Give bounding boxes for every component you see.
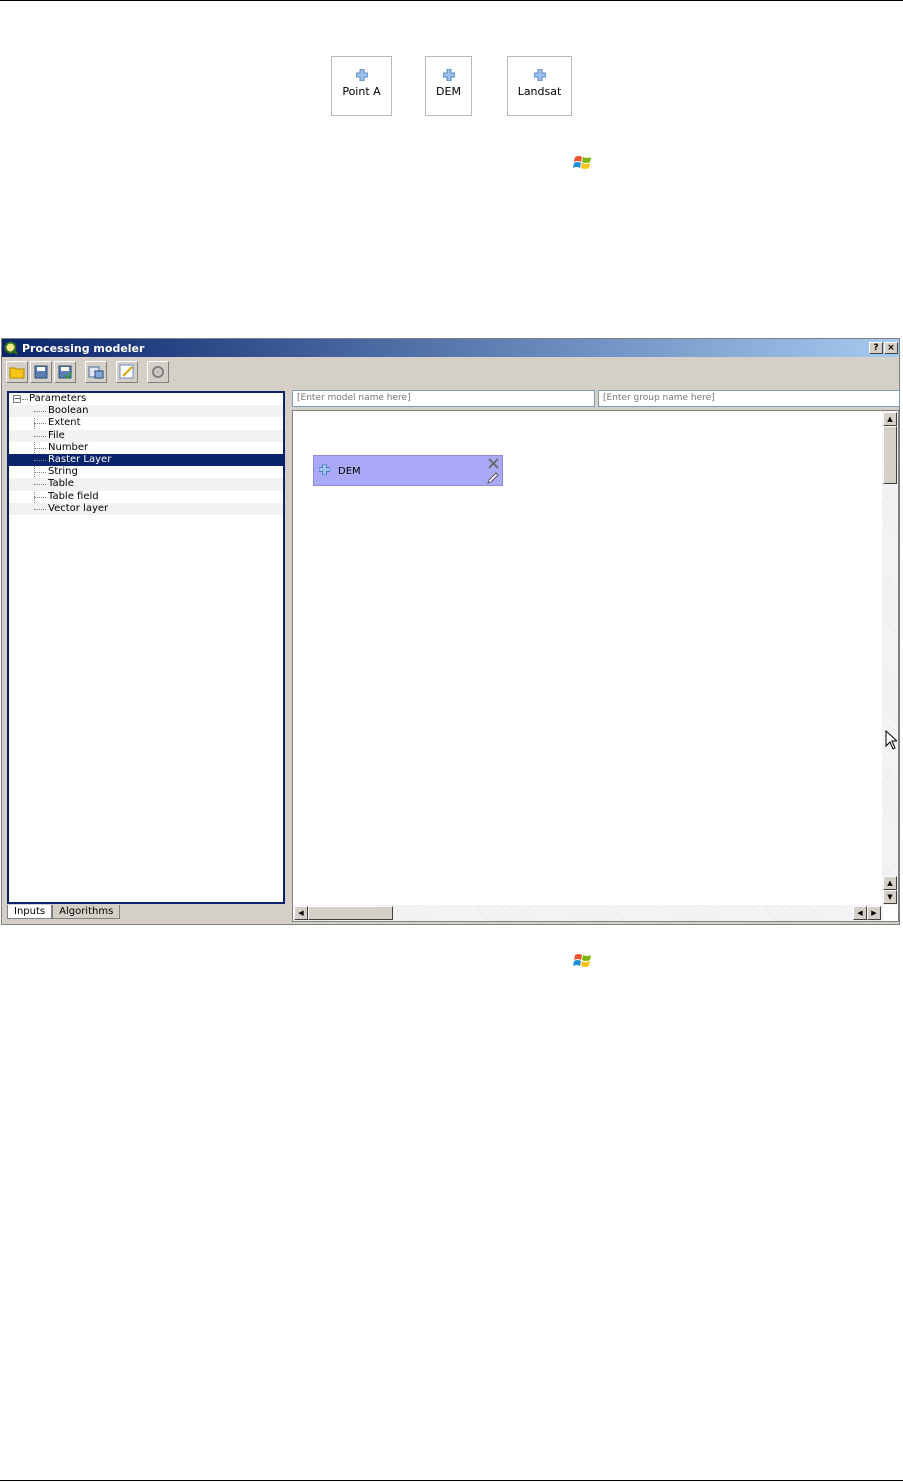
model-name-input[interactable]: [Enter model name here] — [292, 390, 595, 407]
plus-icon — [533, 69, 546, 81]
window-title: Processing modeler — [22, 341, 145, 355]
tree-item-boolean[interactable]: Boolean — [9, 405, 283, 418]
tab-inputs[interactable]: Inputs — [7, 905, 53, 919]
node-label: DEM — [338, 466, 361, 477]
tree-item-number[interactable]: Number — [9, 442, 283, 454]
export-image-icon — [88, 366, 104, 379]
horizontal-scrollbar[interactable]: ◀ ◀ ▶ — [293, 905, 883, 921]
processing-modeler-window: Processing modeler ? × − Parameters Bool… — [1, 338, 900, 925]
export-image-button[interactable] — [85, 361, 107, 383]
tree-item-table-field[interactable]: Table field — [9, 491, 283, 503]
tree-item-label: String — [48, 466, 78, 478]
tree-item-label: Raster Layer — [48, 453, 112, 465]
scroll-left-button[interactable]: ◀ — [294, 906, 308, 920]
tree-item-file[interactable]: File — [9, 429, 283, 442]
vertical-scrollbar[interactable]: ▲ ▲ ▼ — [882, 411, 898, 905]
collapse-icon[interactable]: − — [13, 395, 21, 403]
tree-item-extent[interactable]: Extent — [9, 417, 283, 429]
scroll-up-button[interactable]: ▲ — [883, 876, 897, 890]
open-model-button[interactable] — [6, 361, 28, 383]
windows-logo-icon — [573, 954, 591, 967]
edit-node-icon[interactable] — [487, 472, 499, 484]
tree-root-parameters[interactable]: − Parameters — [9, 393, 283, 515]
save-as-icon — [58, 365, 72, 379]
tree-item-label: Boolean — [48, 405, 89, 417]
tab-algorithms[interactable]: Algorithms — [52, 905, 121, 919]
tree-item-raster-layer[interactable]: Raster Layer — [9, 453, 283, 467]
tree-root-label: Parameters — [29, 393, 87, 404]
param-box-landsat[interactable]: Landsat — [507, 56, 572, 116]
param-box-label: DEM — [436, 85, 461, 98]
save-as-button[interactable] — [54, 361, 76, 383]
open-folder-icon — [9, 367, 25, 379]
inputs-tree-panel: − Parameters Boolean Extent File Number … — [7, 391, 285, 904]
toolbar — [6, 361, 169, 385]
parameters-tree: − Parameters Boolean Extent File Number … — [9, 393, 283, 515]
help-button[interactable]: ? — [869, 342, 883, 354]
edit-help-icon — [119, 364, 134, 379]
tree-item-label: Vector layer — [48, 502, 109, 514]
run-model-button[interactable] — [147, 361, 169, 383]
scroll-up-top-button[interactable]: ▲ — [883, 412, 897, 426]
plus-icon — [355, 69, 368, 81]
plus-icon — [442, 69, 455, 81]
title-bar: Processing modeler — [2, 339, 899, 357]
group-name-input[interactable]: [Enter group name here] — [598, 390, 900, 407]
tree-item-label: Number — [48, 441, 89, 453]
tree-item-label: Extent — [48, 417, 81, 429]
tree-item-label: Table — [48, 478, 74, 490]
panel-tabs: Inputs Algorithms — [7, 905, 121, 919]
tree-item-label: File — [48, 429, 65, 441]
save-model-button[interactable] — [30, 361, 52, 383]
scroll-down-button[interactable]: ▼ — [883, 890, 897, 904]
page-bottom-rule — [0, 1480, 903, 1481]
tree-item-label: Table field — [48, 490, 99, 502]
tree-item-string[interactable]: String — [9, 466, 283, 478]
model-canvas[interactable]: DEM ▲ ▲ ▼ ◀ ◀ ▶ — [292, 410, 899, 922]
vertical-scroll-thumb[interactable] — [883, 426, 897, 484]
close-button[interactable]: × — [884, 342, 898, 354]
mouse-cursor-icon — [885, 730, 897, 750]
windows-logo-icon — [573, 156, 591, 169]
param-box-dem[interactable]: DEM — [425, 56, 472, 116]
qgis-icon — [4, 341, 18, 355]
scroll-left-end-button[interactable]: ◀ — [853, 906, 867, 920]
save-icon — [34, 365, 48, 379]
model-node-dem[interactable]: DEM — [313, 455, 503, 486]
run-model-icon — [152, 366, 164, 378]
param-box-point-a[interactable]: Point A — [331, 56, 392, 116]
remove-node-icon[interactable] — [488, 458, 499, 469]
scroll-right-button[interactable]: ▶ — [867, 906, 881, 920]
plus-icon — [319, 464, 330, 475]
edit-help-button[interactable] — [116, 361, 138, 383]
tree-item-vector-layer[interactable]: Vector layer — [9, 502, 283, 515]
horizontal-scroll-thumb[interactable] — [308, 906, 393, 920]
tree-item-table[interactable]: Table — [9, 478, 283, 491]
param-box-label: Landsat — [517, 85, 562, 98]
param-box-label: Point A — [342, 85, 381, 98]
page-top-rule — [0, 0, 903, 1]
